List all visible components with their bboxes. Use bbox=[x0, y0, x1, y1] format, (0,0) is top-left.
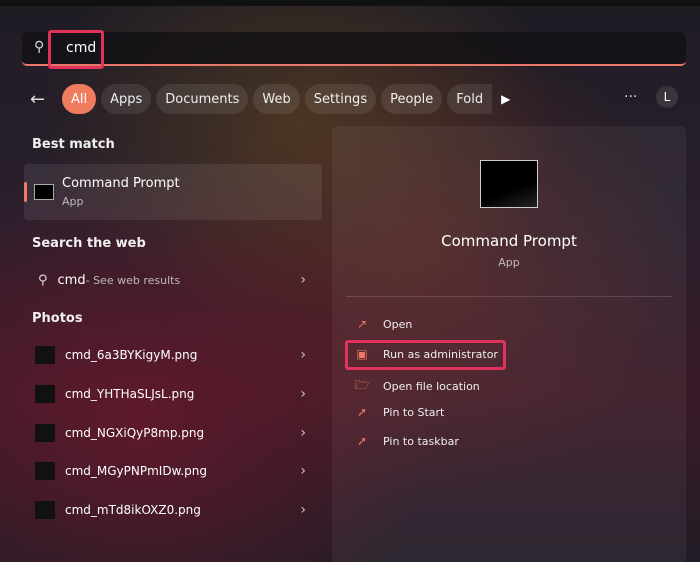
top-strip bbox=[0, 0, 700, 6]
run-as-admin-highlight bbox=[345, 340, 506, 370]
search-box[interactable]: ⚲ bbox=[22, 32, 686, 66]
scroll-right-icon[interactable]: ▶ bbox=[501, 92, 510, 106]
back-arrow-icon[interactable]: ← bbox=[30, 89, 62, 110]
photo-name: cmd_MGyPNPmIDw.png bbox=[65, 464, 207, 478]
best-match-subtitle: App bbox=[62, 195, 84, 208]
photo-name: cmd_YHTHaSLJsL.png bbox=[65, 387, 195, 401]
detail-title: Command Prompt bbox=[441, 232, 577, 250]
chevron-right-icon: › bbox=[300, 272, 306, 288]
image-thumbnail-icon bbox=[35, 385, 55, 403]
action-label: Pin to taskbar bbox=[383, 434, 459, 448]
action-label: Pin to Start bbox=[383, 405, 445, 419]
action-label: Open file location bbox=[383, 380, 480, 393]
chevron-right-icon: › bbox=[300, 347, 306, 363]
folder-icon: 🗁 bbox=[354, 378, 370, 392]
best-match-heading: Best match bbox=[32, 137, 115, 152]
photo-item[interactable]: cmd_YHTHaSLJsL.png › bbox=[24, 379, 322, 409]
filter-documents[interactable]: Documents bbox=[156, 84, 249, 114]
command-prompt-icon bbox=[34, 184, 54, 200]
detail-subtitle: App bbox=[498, 256, 520, 269]
photo-item[interactable]: cmd_MGyPNPmIDw.png › bbox=[24, 456, 322, 486]
image-thumbnail-icon bbox=[35, 462, 55, 480]
action-pin-to-taskbar[interactable]: ➚ Pin to taskbar bbox=[354, 434, 459, 448]
image-thumbnail-icon bbox=[35, 346, 55, 364]
web-query: cmd bbox=[57, 272, 86, 288]
photo-item[interactable]: cmd_NGXiQyP8mp.png › bbox=[24, 418, 322, 448]
image-thumbnail-icon bbox=[35, 501, 55, 519]
more-options-button[interactable]: ··· bbox=[624, 89, 637, 105]
filter-people[interactable]: People bbox=[381, 84, 443, 114]
search-highlight bbox=[48, 30, 104, 69]
command-prompt-large-icon bbox=[480, 160, 538, 208]
photo-name: cmd_6a3BYKigyM.png bbox=[65, 348, 198, 362]
photo-name: cmd_NGXiQyP8mp.png bbox=[65, 426, 205, 440]
avatar[interactable]: L bbox=[656, 86, 678, 108]
search-icon: ⚲ bbox=[38, 272, 48, 288]
filter-bar: ← All Apps Documents Web Settings People… bbox=[30, 84, 690, 114]
action-pin-to-start[interactable]: ➚ Pin to Start bbox=[354, 405, 444, 419]
best-match-title: Command Prompt bbox=[62, 176, 180, 191]
pin-icon: ➚ bbox=[356, 405, 368, 419]
action-open-file-location[interactable]: 🗁 Open file location bbox=[354, 376, 480, 397]
pin-icon: ➚ bbox=[356, 434, 368, 448]
web-search-item[interactable]: ⚲ cmd - See web results › bbox=[24, 265, 322, 295]
chevron-right-icon: › bbox=[300, 502, 306, 518]
photos-heading: Photos bbox=[32, 311, 83, 326]
open-icon: ↗ bbox=[356, 317, 368, 331]
filter-all[interactable]: All bbox=[62, 84, 97, 114]
photo-item[interactable]: cmd_mTd8ikOXZ0.png › bbox=[24, 495, 322, 525]
filter-apps[interactable]: Apps bbox=[101, 84, 152, 114]
action-label: Open bbox=[383, 317, 413, 331]
filter-web[interactable]: Web bbox=[253, 84, 300, 114]
filter-settings[interactable]: Settings bbox=[304, 84, 377, 114]
search-input[interactable] bbox=[66, 40, 566, 56]
web-suffix: - See web results bbox=[85, 273, 181, 287]
chevron-right-icon: › bbox=[300, 425, 306, 441]
search-web-heading: Search the web bbox=[32, 236, 146, 251]
photo-name: cmd_mTd8ikOXZ0.png bbox=[65, 503, 201, 517]
image-thumbnail-icon bbox=[35, 424, 55, 442]
chevron-right-icon: › bbox=[300, 463, 306, 479]
photo-item[interactable]: cmd_6a3BYKigyM.png › bbox=[24, 340, 322, 370]
filter-folders[interactable]: Fold bbox=[447, 84, 493, 114]
best-match-item[interactable]: Command Prompt App bbox=[24, 164, 322, 220]
chevron-right-icon: › bbox=[300, 386, 306, 402]
selection-indicator bbox=[24, 182, 27, 202]
divider bbox=[346, 296, 672, 297]
action-open[interactable]: ↗ Open bbox=[354, 317, 412, 331]
